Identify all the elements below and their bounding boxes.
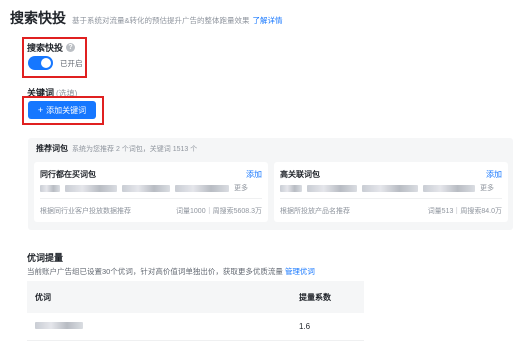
search-express-toggle[interactable] (28, 56, 53, 70)
optimize-description-text: 当前账户广告组已设置30个优词，针对高价值词单独出价，获取更多优质流量 (27, 267, 283, 276)
table-row: 1.6 (27, 313, 364, 341)
package-source: 根据同行业客户投放数据推荐 (40, 208, 131, 215)
package-add-link[interactable]: 添加 (246, 169, 262, 180)
package-divider (40, 198, 262, 199)
optimize-description: 当前账户广告组已设置30个优词，针对高价值词单独出价，获取更多优质流量 管理优词 (27, 266, 315, 277)
page-subtitle: 基于系统对流量&转化的预估提升广告的整体跑量效果 (72, 16, 250, 25)
package-stats: 词量1000｜周搜索5608.3万 (176, 208, 262, 215)
blurred-keyword (362, 184, 418, 192)
column-header-word: 优词 (35, 292, 51, 302)
blurred-keyword (40, 184, 60, 192)
manage-words-link[interactable]: 管理优词 (285, 267, 315, 276)
page-title: 搜索快投 (10, 10, 66, 26)
blurred-keyword (65, 184, 117, 192)
recommend-title: 推荐词包 (36, 144, 68, 153)
blurred-keyword (35, 322, 83, 329)
optimize-table: 优词 提量系数 1.6 (27, 281, 364, 341)
plus-icon: + (37, 105, 44, 115)
blurred-keyword (280, 184, 302, 192)
add-keyword-label: 添加关键词 (46, 105, 87, 115)
package-stats: 词量513｜周搜索84.0万 (427, 208, 502, 215)
blurred-keyword (307, 184, 357, 192)
package-source: 根据所投放产品名推荐 (280, 208, 350, 215)
package-more-text[interactable]: 更多 (480, 183, 494, 193)
blurred-keyword (175, 184, 229, 192)
package-card-peers: 同行都在买词包 添加 更多 根据同行业客户投放数据推荐 词量1000｜周搜索56… (34, 162, 268, 222)
recommend-panel: 推荐词包 系统为您推荐 2 个词包，关键词 1513 个 同行都在买词包 添加 … (28, 138, 513, 230)
optimize-title: 优词提量 (27, 253, 64, 263)
package-keywords: 更多 (280, 184, 494, 192)
table-cell-coefficient: 1.6 (299, 322, 311, 331)
package-name: 同行都在买词包 (40, 170, 96, 179)
table-cell-word (27, 322, 291, 331)
toggle-status-text: 已开启 (60, 59, 83, 68)
toggle-section-label: 搜索快投 ? (27, 41, 76, 54)
column-header-coefficient: 提量系数 (299, 292, 331, 302)
learn-more-link[interactable]: 了解详情 (253, 15, 283, 26)
package-divider (280, 198, 502, 199)
question-circle-icon[interactable]: ? (66, 43, 76, 52)
package-card-related: 高关联词包 添加 更多 根据所投放产品名推荐 词量513｜周搜索84.0万 (274, 162, 508, 222)
package-name: 高关联词包 (280, 170, 320, 179)
toggle-knob (41, 58, 51, 68)
recommend-header: 推荐词包 系统为您推荐 2 个词包，关键词 1513 个 (36, 143, 197, 154)
blurred-keyword (423, 184, 475, 192)
package-add-link[interactable]: 添加 (486, 169, 502, 180)
add-keyword-button[interactable]: + 添加关键词 (28, 101, 96, 119)
package-more-text[interactable]: 更多 (234, 183, 248, 193)
blurred-keyword (122, 184, 170, 192)
page-header: 搜索快投 基于系统对流量&转化的预估提升广告的整体跑量效果 了解详情 (10, 8, 510, 28)
package-keywords: 更多 (40, 184, 248, 192)
table-header: 优词 提量系数 (27, 281, 364, 313)
toggle-label-text: 搜索快投 (27, 43, 64, 53)
recommend-description: 系统为您推荐 2 个词包，关键词 1513 个 (72, 146, 198, 153)
